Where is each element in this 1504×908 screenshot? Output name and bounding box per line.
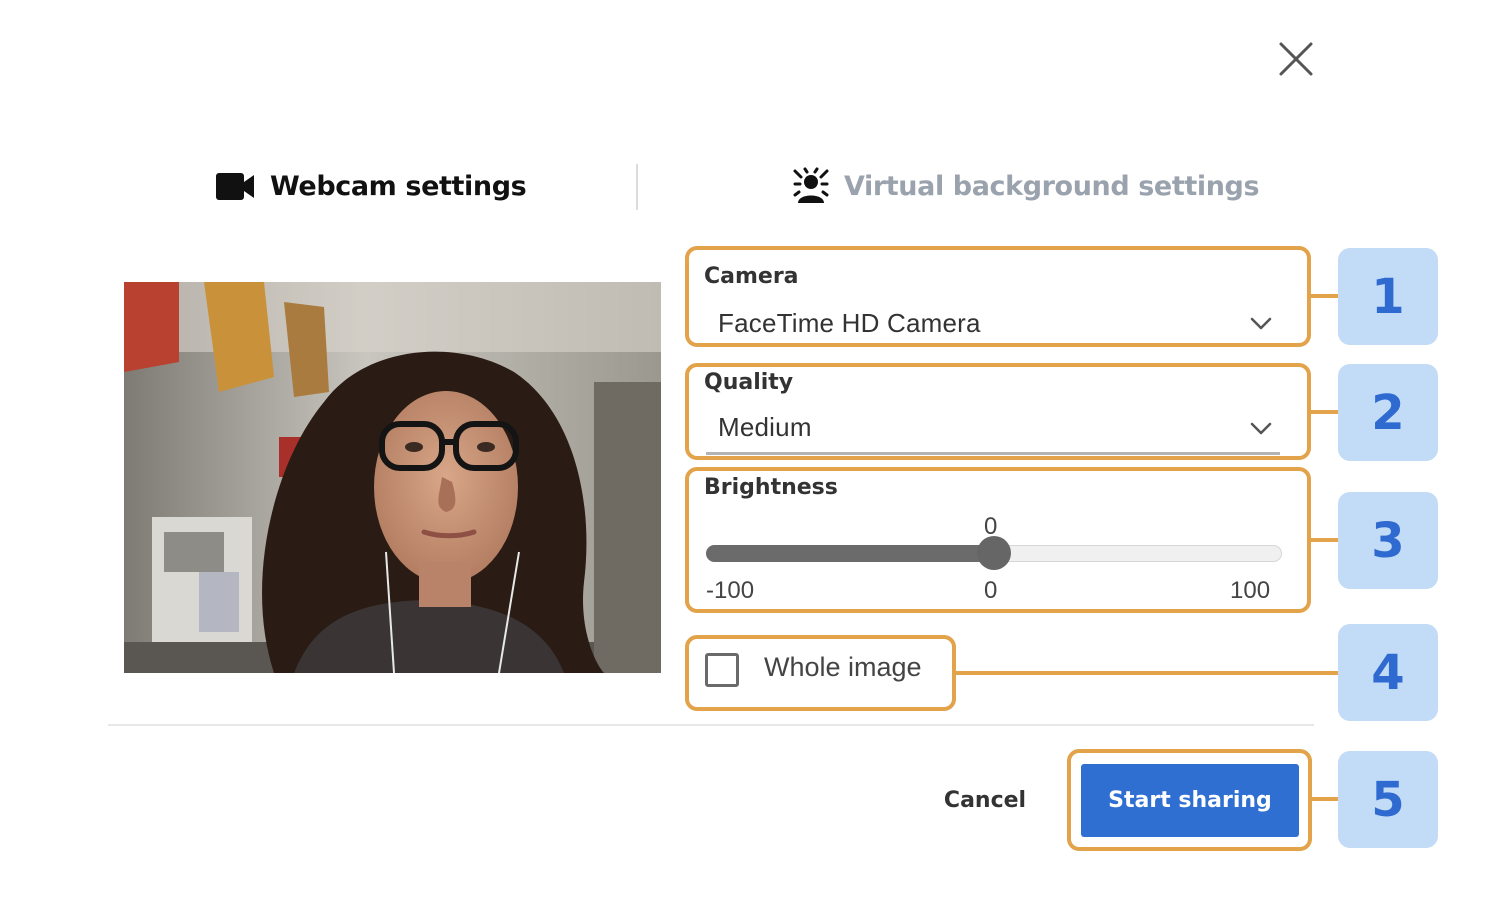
quality-select-value: Medium [718,412,812,442]
virtual-background-icon [793,167,829,203]
tab-divider [636,164,638,210]
tab-virtual-background-settings-label: Virtual background settings [844,170,1260,202]
callout-badge-5: 5 [1338,751,1438,848]
close-button[interactable] [1270,36,1322,84]
brightness-label: Brightness [704,475,838,500]
brightness-mid-label: 0 [984,577,998,604]
close-icon [1279,42,1313,76]
camera-select[interactable]: FaceTime HD Camera [706,300,1280,346]
whole-image-checkbox[interactable] [705,653,739,687]
callout-badge-2: 2 [1338,364,1438,461]
callout-badge-3: 3 [1338,492,1438,589]
chevron-down-icon [1250,422,1272,435]
callout-connector-4 [956,671,1338,675]
callout-connector-3 [1311,538,1338,542]
callout-badge-4: 4 [1338,624,1438,721]
tab-virtual-background-settings[interactable]: Virtual background settings [792,160,1260,212]
cancel-button[interactable]: Cancel [930,776,1040,824]
tab-webcam-settings[interactable]: Webcam settings [214,160,527,212]
camera-select-value: FaceTime HD Camera [718,308,981,338]
chevron-down-icon [1250,317,1272,330]
start-sharing-button[interactable]: Start sharing [1081,764,1299,837]
brightness-min-label: -100 [706,577,755,604]
quality-select[interactable]: Medium [706,404,1280,452]
callout-connector-5 [1312,797,1338,801]
brightness-slider-fill [706,545,994,562]
webcam-preview [124,282,661,673]
brightness-max-label: 100 [1230,577,1271,604]
webcam-preview-image [124,282,661,673]
camera-label: Camera [704,264,799,289]
callout-connector-1 [1311,294,1338,298]
tab-webcam-settings-label: Webcam settings [270,170,527,202]
footer-divider [108,724,1314,726]
video-camera-icon [216,173,254,200]
brightness-slider-thumb[interactable] [977,536,1011,570]
quality-underline [706,452,1280,455]
callout-badge-1: 1 [1338,248,1438,345]
callout-connector-2 [1311,410,1338,414]
quality-label: Quality [704,370,794,395]
whole-image-label[interactable]: Whole image [764,652,922,683]
